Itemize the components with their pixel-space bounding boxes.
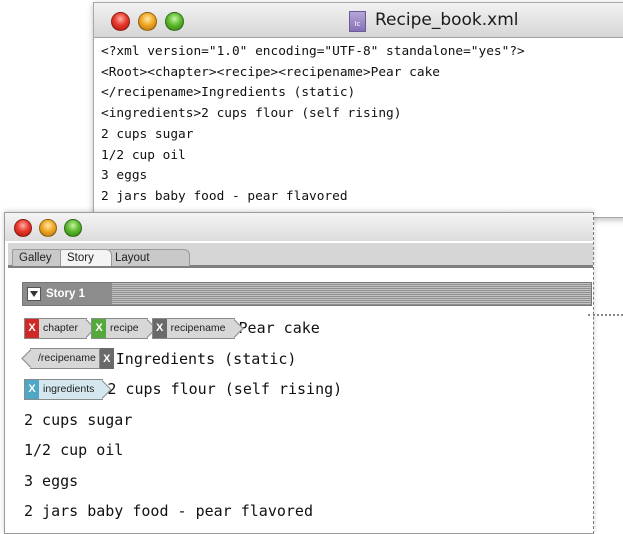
story-text: 2 jars baby food - pear flavored [24, 502, 313, 521]
story-window-titlebar[interactable] [5, 213, 593, 241]
tag-marker-recipename-close[interactable]: /recipename X [24, 348, 114, 370]
story-line: 2 jars baby food - pear flavored [24, 496, 589, 527]
tag-label: recipename [170, 322, 226, 335]
story-text: Pear cake [238, 319, 320, 338]
xml-file-window: Ic Recipe_book.xml <?xml version="1.0" e… [93, 2, 623, 218]
story-text: Ingredients (static) [115, 349, 297, 368]
story-line: /recipename X Ingredients (static) [24, 344, 589, 375]
story-name: Story 1 [46, 288, 85, 300]
tag-x-icon: X [99, 348, 114, 370]
incopy-file-icon: Ic [349, 11, 366, 32]
xml-source-text[interactable]: <?xml version="1.0" encoding="UTF-8" sta… [94, 38, 623, 208]
story-line: 3 eggs [24, 466, 589, 497]
xml-line: <ingredients>2 cups flour (self rising) [101, 106, 402, 122]
story-text: 3 eggs [24, 471, 79, 490]
story-line: 2 cups sugar [24, 405, 589, 436]
frame-edge-divider [588, 314, 623, 316]
xml-line: <Root><chapter><recipe><recipename>Pear … [101, 64, 440, 80]
xml-window-titlebar[interactable]: Ic Recipe_book.xml [94, 3, 623, 38]
tag-x-icon: X [152, 318, 167, 338]
xml-line: 3 eggs [101, 168, 148, 184]
close-window-icon[interactable] [14, 219, 32, 237]
zoom-window-icon[interactable] [64, 219, 82, 237]
tab-galley[interactable]: Galley [12, 249, 64, 266]
xml-line: 2 cups sugar [101, 126, 194, 142]
story-text-area[interactable]: Xchapter Xrecipe Xrecipename Pear cake /… [24, 313, 589, 527]
tag-x-icon: X [25, 379, 39, 399]
tag-x-icon: X [25, 318, 39, 338]
collapse-triangle-icon[interactable] [27, 287, 41, 301]
minimize-window-icon[interactable] [39, 219, 57, 237]
xml-line: <?xml version="1.0" encoding="UTF-8" sta… [101, 44, 525, 59]
tag-marker-ingredients[interactable]: Xingredients [24, 378, 104, 400]
view-tab-bar: Galley Story Layout [8, 243, 593, 268]
xml-line: </recipename>Ingredients (static) [101, 85, 356, 101]
zoom-window-icon[interactable] [165, 12, 184, 31]
tag-label: recipe [110, 322, 139, 335]
story-header-bar[interactable]: Story 1 [22, 282, 592, 306]
tag-marker-recipename[interactable]: Xrecipename [151, 317, 235, 339]
tab-story[interactable]: Story [60, 249, 112, 266]
xml-line: 2 jars baby food - pear flavored [101, 188, 348, 204]
minimize-window-icon[interactable] [138, 12, 157, 31]
story-line: Xingredients 2 cups flour (self rising) [24, 374, 589, 405]
tag-label: chapter [43, 322, 79, 335]
tab-layout[interactable]: Layout [108, 249, 190, 266]
story-text: 2 cups sugar [24, 410, 133, 429]
story-line: 1/2 cup oil [24, 435, 589, 466]
xml-line: 1/2 cup oil [101, 147, 186, 163]
tag-x-icon: X [92, 318, 107, 338]
tag-label: ingredients [43, 383, 95, 396]
story-label: Story 1 [23, 283, 112, 305]
tag-marker-recipe[interactable]: Xrecipe [91, 317, 148, 339]
xml-window-title: Recipe_book.xml [375, 10, 519, 30]
tag-marker-chapter[interactable]: Xchapter [24, 317, 88, 339]
story-text: 1/2 cup oil [24, 441, 124, 460]
story-editor-window: Galley Story Layout Story 1 Xchapter Xre… [4, 212, 594, 534]
story-line: Xchapter Xrecipe Xrecipename Pear cake [24, 313, 589, 344]
close-window-icon[interactable] [111, 12, 130, 31]
tag-label: /recipename [38, 352, 96, 365]
story-text: 2 cups flour (self rising) [107, 380, 343, 399]
